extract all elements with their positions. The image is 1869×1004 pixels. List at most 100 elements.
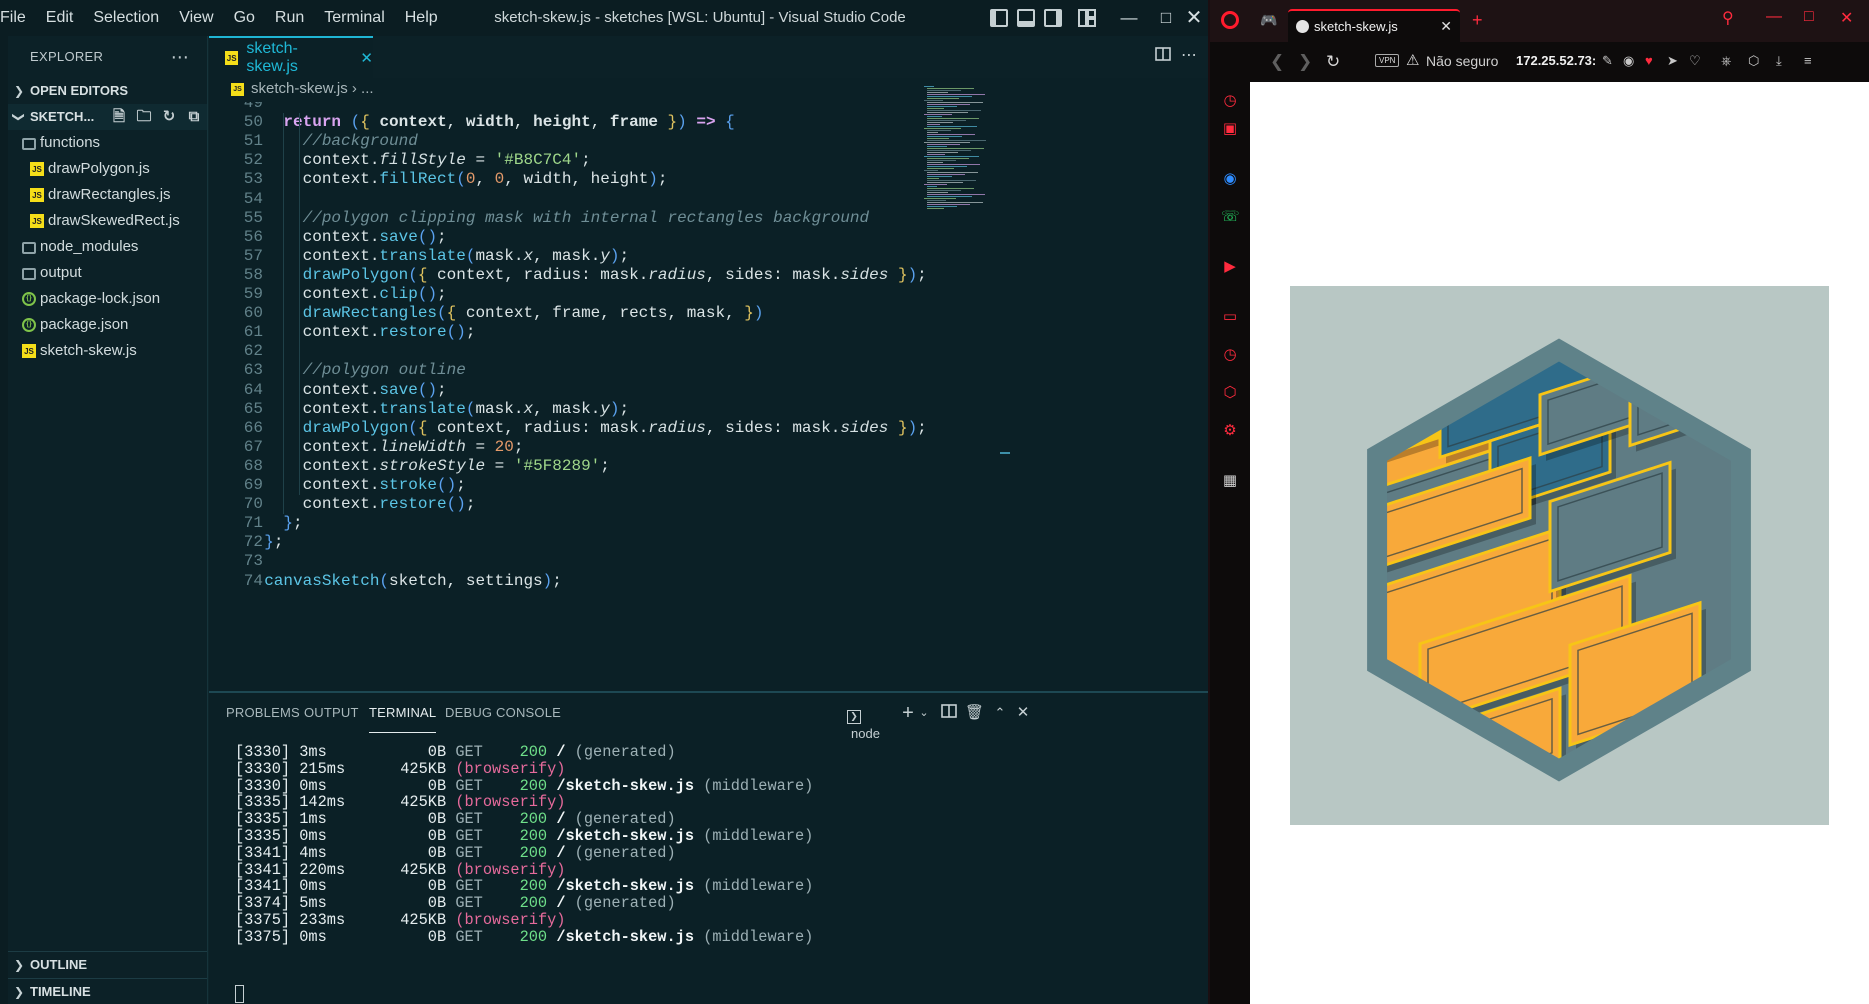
tree-item[interactable]: JS drawPolygon.js (8, 156, 207, 182)
js-file-icon: JS (30, 162, 44, 176)
terminal-line: [3375] 233ms 425KB (browserify) (235, 911, 566, 929)
flow-icon[interactable]: ▭ (1221, 308, 1239, 326)
maximize-button[interactable]: □ (1151, 0, 1181, 36)
speed-dial-icon[interactable]: ◷ (1221, 92, 1239, 110)
refresh-icon[interactable]: ↻ (160, 108, 178, 126)
snapshot-icon[interactable]: ◉ (1623, 53, 1634, 69)
breadcrumb-file[interactable]: sketch-skew.js (251, 80, 348, 97)
send-icon[interactable]: ➤ (1667, 53, 1678, 69)
new-file-icon[interactable]: 🗎 (110, 108, 128, 126)
history-icon[interactable]: ◷ (1221, 346, 1239, 364)
url-field[interactable]: 172.25.52.73: (1516, 53, 1596, 68)
browser-tab[interactable]: sketch-skew.js ✕ (1288, 9, 1460, 42)
menu-terminal[interactable]: Terminal (314, 0, 394, 36)
toggle-secondary-sidebar-icon[interactable] (1044, 9, 1062, 27)
minimap[interactable] (923, 86, 1001, 214)
tree-item-label: output (40, 264, 82, 281)
tree-item[interactable]: JS drawSkewedRect.js (8, 208, 207, 234)
js-file-icon: JS (30, 188, 44, 202)
workspace-folder-section[interactable]: ❯ SKETCH... 🗎 🗀 ↻ ⧉ (8, 104, 207, 130)
more-actions-icon[interactable]: ⋯ (171, 36, 189, 78)
whatsapp-icon[interactable]: ☏ (1221, 208, 1240, 226)
extensions-icon[interactable]: ⎈ (1721, 53, 1731, 69)
explorer-header: EXPLORER ⋯ (8, 36, 207, 78)
chevron-down-icon[interactable]: ⌄ (917, 703, 931, 723)
tab-sketch-skew[interactable]: JS sketch-skew.js ✕ (209, 36, 373, 78)
heart-icon[interactable]: ♡ (1689, 53, 1701, 69)
new-tab-icon[interactable]: + (1472, 10, 1483, 31)
reload-icon[interactable]: ↻ (1326, 52, 1340, 72)
vpn-badge[interactable]: VPN (1375, 54, 1400, 67)
indent-guide (283, 113, 284, 515)
maximize-button[interactable]: □ (1804, 8, 1814, 26)
tree-item[interactable]: {} package-lock.json (8, 286, 207, 312)
terminal-line: [3330] 3ms 0B GET 200 / (generated) (235, 743, 676, 761)
tree-item[interactable]: node_modules (8, 234, 207, 260)
search-tabs-icon[interactable]: ⚲ (1722, 8, 1734, 28)
toggle-panel-icon[interactable] (1017, 9, 1035, 27)
back-icon[interactable]: ❮ (1270, 52, 1284, 72)
gamepad-icon[interactable]: 🎮 (1260, 12, 1277, 29)
close-window-button[interactable]: ✕ (1180, 0, 1208, 36)
forward-icon[interactable]: ❯ (1298, 52, 1312, 72)
tree-item[interactable]: JS sketch-skew.js (8, 338, 207, 364)
tree-item-label: package.json (40, 316, 129, 333)
tab-terminal[interactable]: TERMINAL (369, 693, 437, 733)
editor-more-actions-icon[interactable]: ⋯ (1179, 46, 1199, 66)
toggle-primary-sidebar-icon[interactable] (990, 9, 1008, 27)
download-icon[interactable]: ⤓ (1776, 53, 1782, 69)
split-terminal-icon[interactable] (940, 703, 958, 723)
close-window-button[interactable]: ✕ (1840, 8, 1853, 28)
menu-run[interactable]: Run (265, 0, 314, 36)
timeline-section[interactable]: ❯ TIMELINE (8, 978, 207, 1004)
adblock-shield-icon[interactable]: ♥ (1645, 53, 1653, 68)
tree-item[interactable]: {} package.json (8, 312, 207, 338)
split-editor-icon[interactable] (1153, 46, 1173, 66)
easy-setup-icon[interactable]: ≡ (1804, 53, 1812, 68)
close-tab-icon[interactable]: ✕ (1440, 11, 1452, 42)
tab-problems[interactable]: PROBLEMS (226, 693, 300, 733)
security-status[interactable]: Não seguro (1426, 53, 1498, 69)
close-tab-icon[interactable]: ✕ (360, 49, 373, 67)
briefcase-icon[interactable]: ▣ (1221, 120, 1239, 138)
minimize-button[interactable]: — (1107, 0, 1151, 36)
breadcrumb-symbol[interactable]: ... (361, 80, 374, 97)
menu-selection[interactable]: Selection (83, 0, 169, 36)
menu-edit[interactable]: Edit (36, 0, 84, 36)
sidebar-setup-icon[interactable]: ▦ (1221, 472, 1239, 490)
new-folder-icon[interactable]: 🗀 (135, 108, 153, 126)
tree-item[interactable]: output (8, 260, 207, 286)
sketch-canvas[interactable] (1290, 286, 1829, 825)
tree-item[interactable]: functions (8, 130, 207, 156)
new-terminal-icon[interactable]: + (899, 703, 917, 723)
open-editors-section[interactable]: ❯ OPEN EDITORS (8, 78, 207, 104)
cube-icon[interactable]: ⬡ (1748, 53, 1759, 69)
warning-icon[interactable]: ⚠ (1406, 51, 1419, 69)
menu-bar: File Edit Selection View Go Run Terminal Help (0, 0, 448, 36)
messenger-icon[interactable]: ◉ (1221, 170, 1239, 188)
tab-debug-console[interactable]: DEBUG CONSOLE (445, 693, 561, 733)
opera-logo-icon[interactable] (1221, 11, 1239, 29)
timeline-label: TIMELINE (30, 984, 91, 999)
terminal-line: [3335] 0ms 0B GET 200 /sketch-skew.js (m… (235, 827, 814, 845)
close-panel-icon[interactable]: ✕ (1014, 703, 1032, 723)
settings-icon[interactable]: ⚙ (1221, 422, 1239, 440)
tab-output[interactable]: OUTPUT (304, 693, 359, 733)
customize-layout-icon[interactable] (1078, 9, 1096, 27)
maximize-panel-icon[interactable]: ⌃ (991, 703, 1009, 723)
extensions-cube-icon[interactable]: ⬡ (1221, 384, 1239, 402)
minimize-button[interactable]: — (1766, 8, 1782, 26)
indent-guide (299, 113, 300, 496)
menu-file[interactable]: File (0, 0, 36, 36)
code-line: canvasSketch(sketch, settings); (264, 571, 562, 590)
player-icon[interactable]: ▶ (1221, 258, 1239, 276)
edit-icon[interactable]: ✎ (1602, 53, 1613, 69)
kill-terminal-icon[interactable]: 🗑 (965, 703, 984, 723)
collapse-all-icon[interactable]: ⧉ (185, 108, 203, 126)
outline-section[interactable]: ❯ OUTLINE (8, 951, 207, 977)
terminal-shell-selector[interactable]: ❯ node (847, 703, 897, 741)
menu-go[interactable]: Go (224, 0, 265, 36)
menu-view[interactable]: View (169, 0, 223, 36)
tree-item[interactable]: JS drawRectangles.js (8, 182, 207, 208)
tree-item-label: drawRectangles.js (48, 186, 171, 203)
